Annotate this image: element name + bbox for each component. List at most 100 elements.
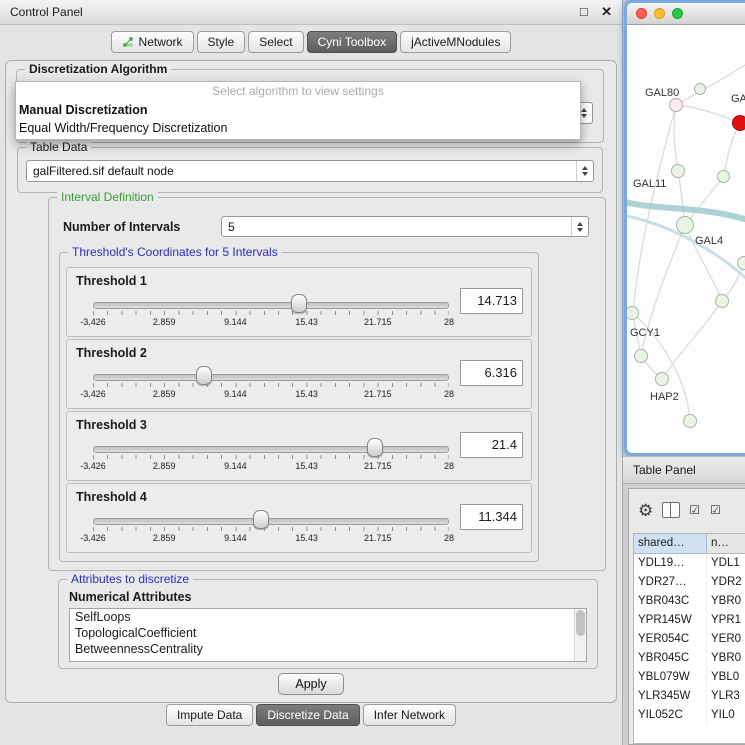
mac-zoom-button[interactable] [672, 8, 683, 19]
table-panel-title: Table Panel [633, 463, 696, 477]
table-row[interactable]: YIL052C YIL0 [634, 706, 745, 725]
number-of-intervals-combobox[interactable]: 5 [221, 216, 589, 237]
mac-close-button[interactable] [636, 8, 647, 19]
threshold-value-field[interactable]: 11.344 [460, 504, 523, 530]
tick-label: 28 [444, 461, 454, 471]
select-all-checkbox-icon[interactable]: ☑ [689, 504, 701, 516]
table-cell: YER054C [634, 630, 707, 649]
tick-label: 21.715 [364, 389, 392, 399]
gear-icon[interactable]: ⚙ [638, 502, 653, 519]
control-panel-window: Control Panel □ ✕ Network Style Select C… [0, 0, 623, 745]
tab-impute-data[interactable]: Impute Data [166, 704, 253, 726]
columns-icon[interactable] [662, 502, 680, 518]
network-node[interactable] [683, 414, 697, 428]
mac-minimize-button[interactable] [654, 8, 665, 19]
list-item-topologicalcoefficient[interactable]: TopologicalCoefficient [70, 625, 586, 641]
numerical-attributes-label: Numerical Attributes [69, 590, 191, 604]
threshold-slider[interactable]: -3.426 2.859 9.144 15.43 21.715 28 [87, 508, 455, 550]
network-node[interactable] [717, 170, 730, 183]
network-node[interactable] [676, 216, 694, 234]
tab-jactivemnodules[interactable]: jActiveMNodules [400, 31, 511, 53]
combo-stepper-icon [576, 161, 593, 181]
table-row[interactable]: YER054C YER0 [634, 630, 745, 649]
network-node[interactable] [655, 372, 669, 386]
tab-discretize-data[interactable]: Discretize Data [256, 704, 359, 726]
slider-ticks [93, 455, 449, 459]
column-header-name[interactable]: n… [707, 534, 745, 554]
tab-cyni-toolbox[interactable]: Cyni Toolbox [307, 31, 397, 53]
table-row[interactable]: YLR345W YLR3 [634, 687, 745, 706]
network-node[interactable] [694, 83, 706, 95]
network-node[interactable] [671, 164, 685, 178]
window-controls: □ ✕ [570, 4, 612, 20]
group-label-thresholds: Threshold's Coordinates for 5 Intervals [68, 245, 282, 259]
table-row[interactable]: YDL19… YDL1 [634, 554, 745, 573]
control-panel-titlebar: Control Panel □ ✕ [0, 0, 622, 25]
threshold-slider[interactable]: -3.426 2.859 9.144 15.43 21.715 28 [87, 364, 455, 406]
combo-stepper-icon [571, 217, 588, 236]
table-row[interactable]: YPR145W YPR1 [634, 611, 745, 630]
group-label-interval-definition: Interval Definition [57, 190, 158, 204]
tab-network[interactable]: Network [111, 31, 194, 53]
tick-label: 9.144 [224, 533, 247, 543]
table-panel-titlebar: Table Panel [623, 456, 745, 484]
table-cell: YPR145W [634, 611, 707, 630]
tab-style[interactable]: Style [197, 31, 246, 53]
tick-label: 2.859 [153, 389, 176, 399]
list-item-betweennesscentrality[interactable]: BetweennessCentrality [70, 641, 586, 657]
table-cell: YBR045C [634, 649, 707, 668]
number-of-intervals-value: 5 [228, 220, 571, 234]
tab-select[interactable]: Select [248, 31, 303, 53]
apply-button[interactable]: Apply [278, 673, 344, 695]
table-row[interactable]: YDR27… YDR2 [634, 573, 745, 592]
table-cell: YDL1 [707, 554, 745, 573]
table-panel-window: ⚙ ☑ ☑ shared… n… YDL19… YDL1 YDR27… YDR2… [628, 488, 745, 745]
tick-label: 21.715 [364, 533, 392, 543]
table-data-combobox[interactable]: galFiltered.sif default node [26, 160, 594, 182]
threshold-value-field[interactable]: 21.4 [460, 432, 523, 458]
threshold-value-field[interactable]: 6.316 [460, 360, 523, 386]
table-row[interactable]: YBL079W YBL0 [634, 668, 745, 687]
number-of-intervals-label: Number of Intervals [63, 220, 180, 234]
slider-tick-labels: -3.426 2.859 9.144 15.43 21.715 28 [93, 389, 449, 401]
column-header-shared-name[interactable]: shared… [634, 534, 707, 554]
network-node[interactable] [737, 256, 745, 270]
dropdown-option-equal-width-frequency[interactable]: Equal Width/Frequency Discretization [16, 119, 580, 137]
table-row[interactable]: YBR045C YBR0 [634, 649, 745, 668]
thresholds-group: Threshold's Coordinates for 5 Intervals … [59, 252, 539, 562]
tick-label: 9.144 [224, 389, 247, 399]
network-node-selected-red[interactable] [732, 115, 745, 131]
network-node[interactable] [669, 98, 683, 112]
float-window-icon[interactable]: □ [580, 4, 588, 19]
tab-label: Infer Network [374, 705, 445, 725]
slider-tick-labels: -3.426 2.859 9.144 15.43 21.715 28 [93, 533, 449, 545]
table-cell: YPR1 [707, 611, 745, 630]
tick-label: 2.859 [153, 533, 176, 543]
network-node[interactable] [715, 294, 729, 308]
table-cell: YDR27… [634, 573, 707, 592]
scrollbar-thumb[interactable] [576, 610, 585, 636]
threshold-label: Threshold 3 [76, 418, 147, 432]
list-item-selfloops[interactable]: SelfLoops [70, 609, 586, 625]
tab-label: Select [259, 32, 292, 52]
close-window-icon[interactable]: ✕ [601, 4, 612, 19]
slider-tick-labels: -3.426 2.859 9.144 15.43 21.715 28 [93, 461, 449, 473]
network-canvas[interactable]: GAL80 GA GAL11 GAL4 GCY1 HAP2 [627, 25, 745, 453]
threshold-slider[interactable]: -3.426 2.859 9.144 15.43 21.715 28 [87, 292, 455, 334]
node-table: shared… n… YDL19… YDL1 YDR27… YDR2 YBR04… [633, 533, 745, 744]
cyni-toolbox-panel: Discretization Algorithm Select algorith… [5, 60, 617, 703]
tick-label: -3.426 [80, 389, 106, 399]
network-node[interactable] [634, 349, 648, 363]
network-window-titlebar[interactable] [627, 3, 745, 25]
tab-infer-network[interactable]: Infer Network [363, 704, 456, 726]
slider-tick-labels: -3.426 2.859 9.144 15.43 21.715 28 [93, 317, 449, 329]
threshold-value-field[interactable]: 14.713 [460, 288, 523, 314]
select-columns-checkbox-icon[interactable]: ☑ [710, 504, 722, 516]
list-scrollbar[interactable] [574, 609, 586, 661]
threshold-panel: Threshold 1 -3.426 2.859 9.144 15.43 21 [66, 267, 532, 337]
slider-ticks [93, 311, 449, 315]
threshold-slider[interactable]: -3.426 2.859 9.144 15.43 21.715 28 [87, 436, 455, 478]
tick-label: 21.715 [364, 461, 392, 471]
dropdown-option-manual-discretization[interactable]: Manual Discretization [16, 101, 580, 119]
table-row[interactable]: YBR043C YBR0 [634, 592, 745, 611]
